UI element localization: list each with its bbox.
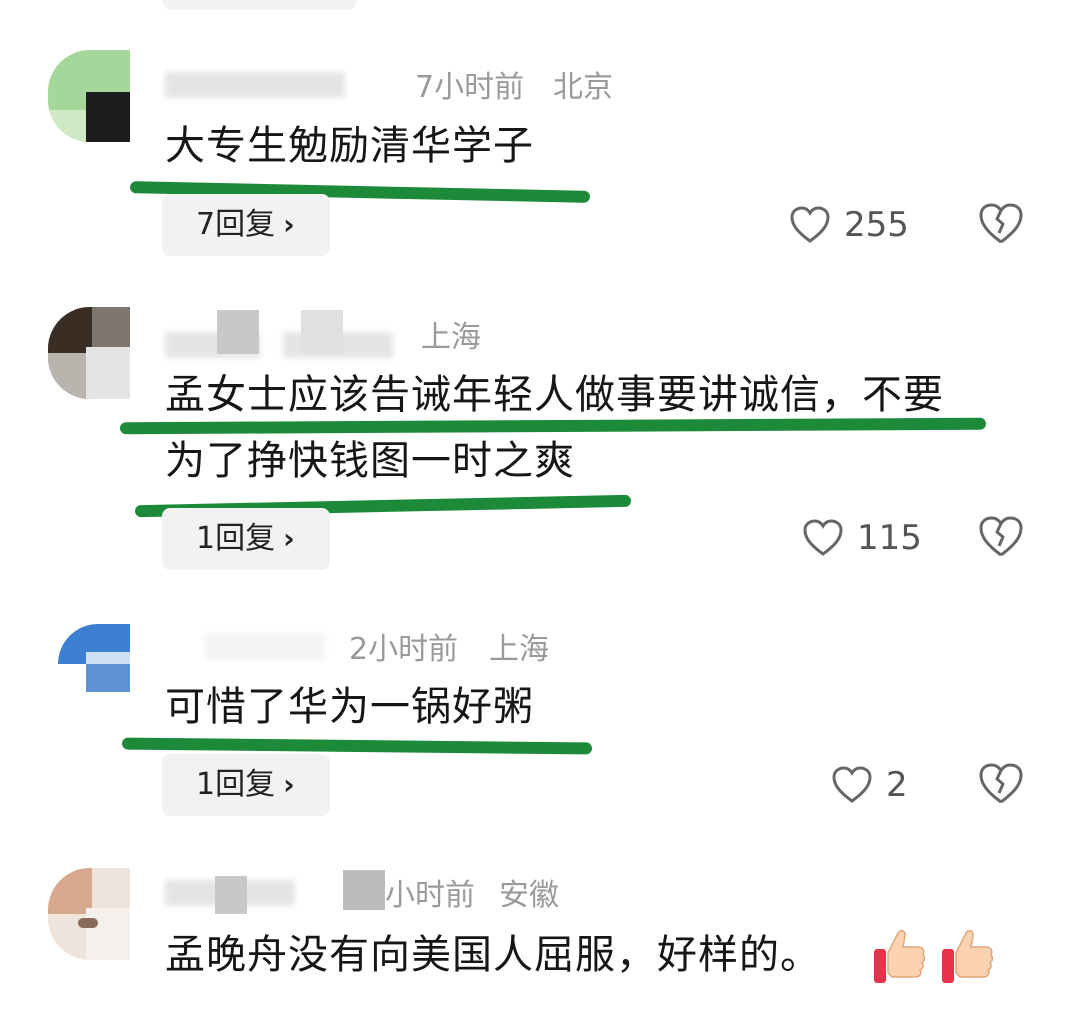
broken-heart-icon <box>979 763 1023 804</box>
username-redacted <box>165 72 345 98</box>
comment-text: 可惜了华为一锅好粥 <box>165 684 534 730</box>
like-button[interactable]: 2 <box>832 760 908 810</box>
avatar[interactable] <box>48 624 130 716</box>
broken-heart-icon <box>979 203 1023 244</box>
reply-count-label: 1回复 <box>196 767 276 802</box>
broken-heart-icon <box>979 516 1023 557</box>
highlight-underline <box>121 737 593 755</box>
reply-count-label: 7回复 <box>196 207 276 242</box>
like-count: 2 <box>886 765 908 805</box>
username-redacted <box>205 634 325 660</box>
heart-outline-icon <box>790 206 830 243</box>
heart-outline-icon <box>803 519 843 556</box>
chevron-right-icon: › <box>283 768 295 801</box>
redaction-mosaic <box>343 870 385 910</box>
redaction-mosaic <box>217 310 259 354</box>
comment-location: 上海 <box>489 632 549 667</box>
dislike-button[interactable] <box>978 202 1024 248</box>
like-button[interactable]: 255 <box>790 200 909 250</box>
comment-location: 上海 <box>421 320 481 355</box>
avatar[interactable] <box>48 307 130 399</box>
comment-text: 孟晚舟没有向美国人屈服，好样的。 <box>165 932 821 978</box>
comment-text: 大专生勉励清华学子 <box>165 123 534 169</box>
redaction-mosaic <box>215 876 247 914</box>
view-replies-button[interactable]: 1回复 › <box>162 754 330 816</box>
chevron-right-icon: › <box>283 208 295 241</box>
view-replies-button[interactable]: 1回复 › <box>162 508 330 570</box>
reply-count-label: 1回复 <box>196 521 276 556</box>
comment-location: 安徽 <box>499 878 559 913</box>
comment-time: 小时前 <box>385 878 475 913</box>
redaction-mosaic <box>301 310 343 354</box>
heart-outline-icon <box>832 766 872 803</box>
thumbs-up-icon <box>942 929 994 983</box>
comment-location: 北京 <box>553 70 613 105</box>
avatar[interactable] <box>48 50 130 142</box>
thumbs-up-icon <box>874 929 926 983</box>
avatar[interactable] <box>48 868 130 960</box>
previous-reply-button-stub[interactable] <box>163 0 356 10</box>
comment-text-line2: 为了挣快钱图一时之爽 <box>165 438 575 484</box>
like-button[interactable]: 115 <box>803 513 922 563</box>
comment-time: 2小时前 <box>349 632 459 667</box>
chevron-right-icon: › <box>283 522 295 555</box>
view-replies-button[interactable]: 7回复 › <box>162 194 330 256</box>
dislike-button[interactable] <box>978 515 1024 561</box>
comment-time: 7小时前 <box>415 70 525 105</box>
dislike-button[interactable] <box>978 762 1024 808</box>
like-count: 255 <box>844 205 909 245</box>
like-count: 115 <box>857 518 922 558</box>
